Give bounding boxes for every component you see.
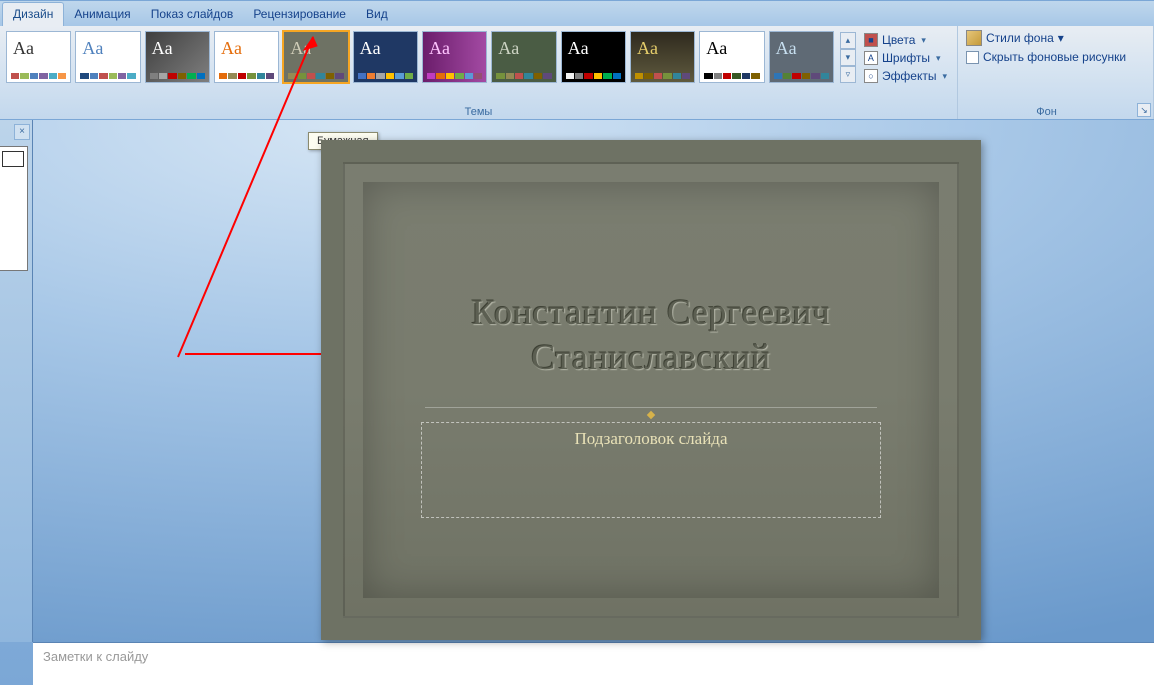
notes-placeholder: Заметки к слайду [43,649,148,664]
theme-thumb-colors [80,73,135,79]
theme-thumb-6[interactable]: Aa [422,31,487,83]
chevron-down-icon: ▾ [921,35,926,46]
theme-thumb-8[interactable]: Aa [561,31,626,83]
effects-button-label: Эффекты [882,69,937,83]
colors-button-label: Цвета [882,33,915,47]
tab-review[interactable]: Рецензирование [243,3,356,26]
slide-subtitle-placeholder: Подзаголовок слайда [345,429,957,449]
slide-content: Константин Сергеевич Станиславский Подза… [343,162,959,618]
themes-gallery[interactable]: AaAaAaAaAaAaAaAaAaAaAaAa▴▾▿■Цвета▾AШрифт… [6,30,951,84]
theme-thumb-aa: Aa [152,38,173,59]
theme-thumb-4[interactable]: Aa [283,31,348,83]
background-group: Стили фона ▾ Скрыть фоновые рисунки Фон … [958,26,1154,119]
themes-group: AaAaAaAaAaAaAaAaAaAaAaAa▴▾▿■Цвета▾AШрифт… [0,26,958,119]
theme-thumb-9[interactable]: Aa [630,31,695,83]
themes-group-label: Темы [0,106,957,118]
theme-thumb-colors [774,73,829,79]
theme-thumb-0[interactable]: Aa [6,31,71,83]
background-styles-label: Стили фона [986,31,1054,45]
slide-thumbnails-pane: × [0,120,33,642]
checkbox-icon [966,51,979,64]
theme-thumb-colors [358,73,413,79]
theme-thumb-aa: Aa [776,38,797,59]
chevron-down-icon: ▾ [1058,31,1064,45]
theme-thumb-aa: Aa [221,38,242,59]
theme-thumb-aa: Aa [498,38,519,59]
chevron-down-icon: ▾ [943,71,948,82]
theme-thumb-aa: Aa [637,38,658,59]
tab-slideshow[interactable]: Показ слайдов [141,3,244,26]
slide-thumbnail-1[interactable] [2,151,24,167]
thumbnail-panel [0,146,28,271]
colors-button[interactable]: ■ Цвета ▾ [860,32,951,48]
close-pane-button[interactable]: × [14,124,30,140]
fonts-button-icon: A [864,51,878,65]
fonts-button[interactable]: A Шрифты ▾ [860,50,951,66]
background-styles-button[interactable]: Стили фона ▾ [966,30,1145,46]
slide-title-line2: Станиславский [531,337,770,377]
background-dialog-launcher[interactable]: ↘ [1137,103,1151,117]
themes-scroll-down[interactable]: ▾ [840,49,856,66]
theme-thumb-10[interactable]: Aa [699,31,764,83]
theme-thumb-1[interactable]: Aa [75,31,140,83]
theme-thumb-2[interactable]: Aa [145,31,210,83]
slide-title-line1: Константин Сергеевич [471,292,830,332]
slide-title[interactable]: Константин Сергеевич Станиславский [345,290,957,380]
theme-thumb-colors [496,73,551,79]
colors-button-icon: ■ [864,33,878,47]
theme-thumb-colors [704,73,759,79]
tab-animation[interactable]: Анимация [64,3,140,26]
theme-thumb-aa: Aa [360,38,381,59]
hide-bg-graphics-label: Скрыть фоновые рисунки [983,50,1126,64]
theme-thumb-aa: Aa [82,38,103,59]
theme-thumb-7[interactable]: Aa [491,31,556,83]
workspace: × Бумажная Константин Сергеевич Станисла… [0,120,1154,642]
hide-bg-graphics-checkbox[interactable]: Скрыть фоновые рисунки [966,50,1145,64]
theme-thumb-colors [150,73,205,79]
theme-thumb-11[interactable]: Aa [769,31,834,83]
separator-ornament [647,411,655,419]
theme-thumb-colors [11,73,66,79]
chevron-down-icon: ▾ [936,53,941,64]
fonts-button-label: Шрифты [882,51,930,65]
current-slide[interactable]: Константин Сергеевич Станиславский Подза… [321,140,981,640]
theme-thumb-aa: Aa [290,38,311,59]
themes-scroll-up[interactable]: ▴ [840,32,856,49]
background-group-label: Фон [958,106,1135,118]
themes-more-button[interactable]: ▿ [840,66,856,83]
theme-thumb-colors [288,73,343,79]
ribbon-tabs: Дизайн Анимация Показ слайдов Рецензиров… [0,0,1154,26]
tab-design[interactable]: Дизайн [2,2,64,26]
theme-thumb-3[interactable]: Aa [214,31,279,83]
theme-thumb-colors [219,73,274,79]
notes-pane[interactable]: Заметки к слайду [33,642,1154,685]
background-styles-icon [966,30,982,46]
theme-thumb-aa: Aa [706,38,727,59]
effects-button-icon: ○ [864,69,878,83]
slide-editor[interactable]: Бумажная Константин Сергеевич Станиславс… [33,120,1154,642]
effects-button[interactable]: ○ Эффекты ▾ [860,68,951,84]
theme-thumb-colors [566,73,621,79]
title-separator [425,407,877,408]
theme-thumb-aa: Aa [429,38,450,59]
tab-view[interactable]: Вид [356,3,398,26]
theme-thumb-5[interactable]: Aa [353,31,418,83]
ribbon: AaAaAaAaAaAaAaAaAaAaAaAa▴▾▿■Цвета▾AШрифт… [0,26,1154,120]
theme-thumb-aa: Aa [568,38,589,59]
theme-thumb-colors [635,73,690,79]
theme-thumb-aa: Aa [13,38,34,59]
theme-thumb-colors [427,73,482,79]
